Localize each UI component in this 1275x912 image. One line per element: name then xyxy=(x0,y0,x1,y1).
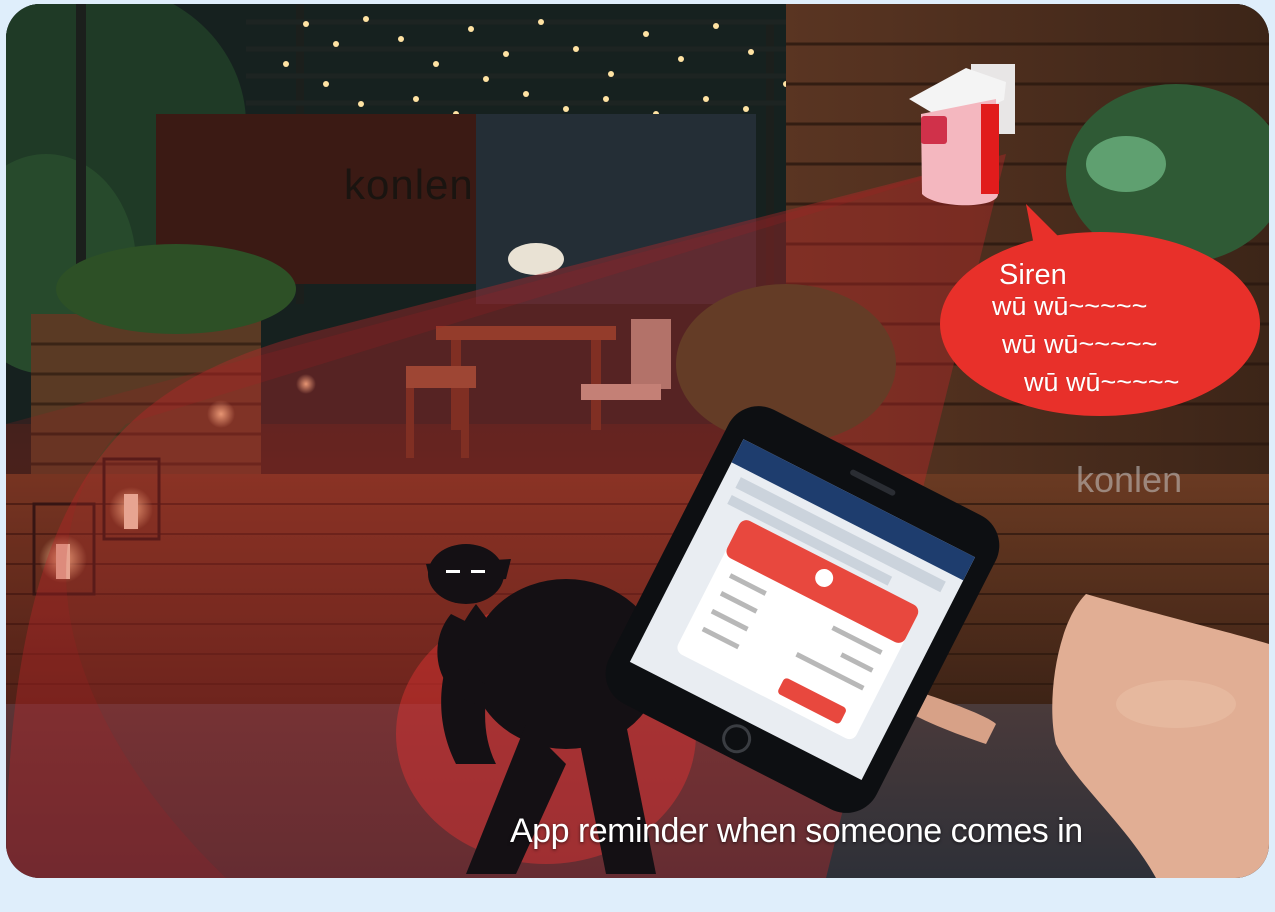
caption: App reminder when someone comes in xyxy=(510,812,1083,850)
watermark-right: konlen xyxy=(1076,459,1183,500)
watermark-top: konlen xyxy=(344,161,474,208)
bubble-line-2: wū wū~~~~~ xyxy=(1002,329,1158,359)
bubble-line-3: wū wū~~~~~ xyxy=(1024,367,1180,397)
patio-scene xyxy=(6,4,1269,878)
bubble-line-1: wū wū~~~~~ xyxy=(992,291,1148,321)
bubble-title: Siren xyxy=(999,259,1067,291)
scene-frame: konlen konlen Siren wū wū~~~~~ wū wū~~~~… xyxy=(6,4,1269,878)
